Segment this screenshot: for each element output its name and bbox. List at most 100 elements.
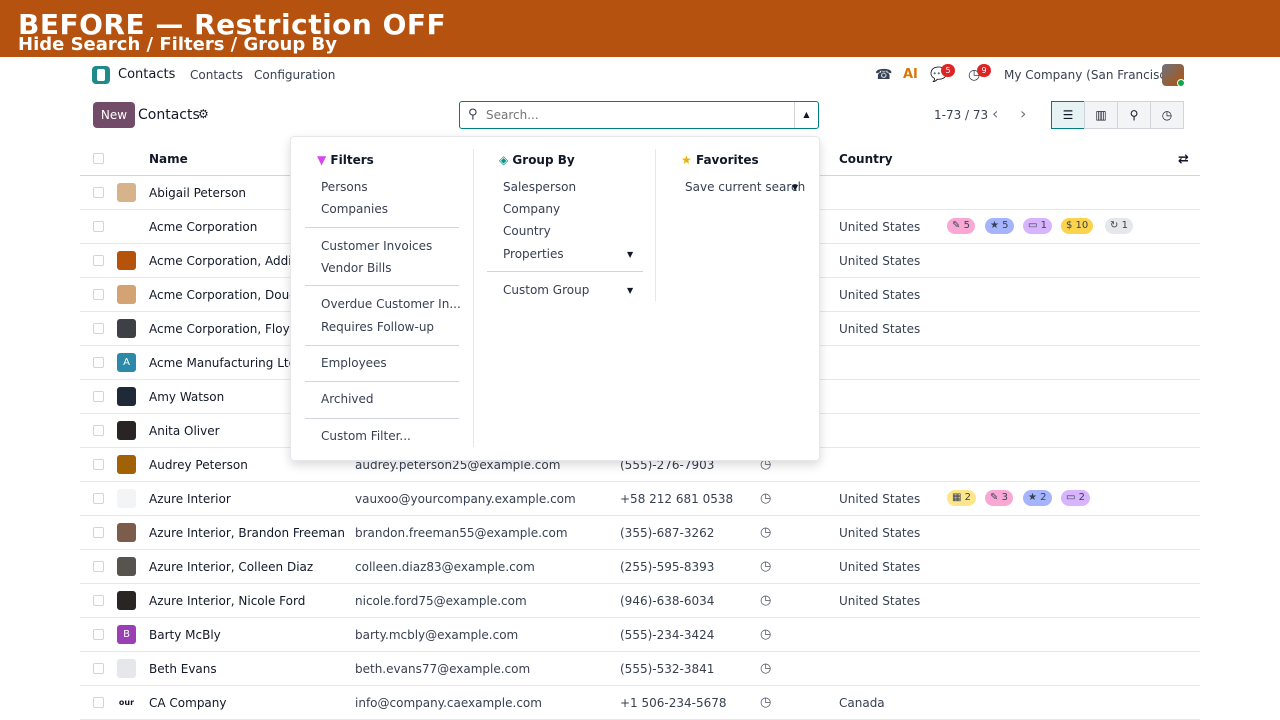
filter-employees[interactable]: Employees xyxy=(321,356,387,370)
table-row[interactable]: Azure Interior vauxoo@yourcompany.example… xyxy=(80,482,1200,516)
contact-country: Canada xyxy=(839,696,885,710)
chevron-right-icon[interactable]: › xyxy=(1020,104,1026,123)
activity-tag[interactable]: ↻ 1 xyxy=(1105,218,1133,234)
table-row[interactable]: Azure Interior, Brandon Freeman brandon.f… xyxy=(80,516,1200,550)
contact-country: United States xyxy=(839,594,921,608)
activity-view-icon[interactable]: ◷ xyxy=(1150,101,1184,129)
activity-clock-icon[interactable]: ◷ xyxy=(760,491,771,506)
contact-name: Azure Interior, Colleen Diaz xyxy=(149,560,314,574)
header-country[interactable]: Country xyxy=(839,152,893,166)
ai-icon[interactable]: AI xyxy=(903,67,918,82)
row-checkbox[interactable] xyxy=(93,425,104,436)
contact-phone: +58 212 681 0538 xyxy=(620,492,734,506)
search-input[interactable] xyxy=(486,106,786,124)
table-row[interactable]: Azure Interior, Nicole Ford nicole.ford75… xyxy=(80,584,1200,618)
header-name[interactable]: Name xyxy=(149,152,188,166)
filter-vendor-bills[interactable]: Vendor Bills xyxy=(321,261,391,275)
new-button[interactable]: New xyxy=(93,102,135,128)
select-all-checkbox[interactable] xyxy=(93,153,104,164)
divider xyxy=(305,345,459,346)
gear-icon[interactable]: ⚙ xyxy=(198,107,209,121)
chevron-down-icon[interactable]: ▼ xyxy=(627,286,633,295)
activity-tag[interactable]: $ 10 xyxy=(1061,218,1094,234)
groupby-country[interactable]: Country xyxy=(503,224,551,238)
filters-title: ▼ Filters xyxy=(317,153,374,167)
kanban-view-icon[interactable]: ▥ xyxy=(1084,101,1118,129)
filter-archived[interactable]: Archived xyxy=(321,392,374,406)
avatar xyxy=(117,183,136,202)
row-checkbox[interactable] xyxy=(93,595,104,606)
row-checkbox[interactable] xyxy=(93,323,104,334)
activity-tag[interactable]: ▭ 2 xyxy=(1061,490,1091,506)
pager-value[interactable]: 1-73 / 73 xyxy=(934,108,988,122)
activity-clock-icon[interactable]: ◷ xyxy=(760,661,771,676)
activity-clock-icon[interactable]: ◷ xyxy=(760,525,771,540)
menu-configuration[interactable]: Configuration xyxy=(254,68,335,82)
search-options-toggle[interactable]: ▲ xyxy=(794,102,818,128)
groupby-custom-group[interactable]: Custom Group xyxy=(503,283,589,297)
activity-clock-icon[interactable]: ◷ xyxy=(760,695,771,710)
tag-count: 3 xyxy=(1001,492,1008,503)
app-name[interactable]: Contacts xyxy=(118,67,175,82)
custom-filter[interactable]: Custom Filter... xyxy=(321,429,411,443)
filter-follow-up[interactable]: Requires Follow-up xyxy=(321,320,434,334)
tag-icon: ✎ xyxy=(990,492,1002,503)
row-checkbox[interactable] xyxy=(93,629,104,640)
row-checkbox[interactable] xyxy=(93,493,104,504)
row-checkbox[interactable] xyxy=(93,459,104,470)
contacts-app-icon[interactable] xyxy=(92,66,110,84)
activity-tag[interactable]: ★ 2 xyxy=(1023,490,1052,506)
chevron-down-icon[interactable]: ▼ xyxy=(792,183,798,192)
chevron-down-icon[interactable]: ▼ xyxy=(627,250,633,259)
save-current-search[interactable]: Save current search xyxy=(685,180,805,194)
tag-count: 2 xyxy=(1040,492,1047,503)
table-row[interactable]: our l CA Company info@company.caexample.co… xyxy=(80,686,1200,720)
filter-companies[interactable]: Companies xyxy=(321,202,388,216)
activity-tag[interactable]: ▦ 2 xyxy=(947,490,977,506)
activity-tag[interactable]: ✎ 5 xyxy=(947,218,975,234)
contact-name: Barty McBly xyxy=(149,628,221,642)
filter-customer-invoices[interactable]: Customer Invoices xyxy=(321,239,432,253)
avatar: B xyxy=(117,625,136,644)
company-switcher[interactable]: My Company (San Francisco) xyxy=(1004,68,1178,82)
row-checkbox[interactable] xyxy=(93,697,104,708)
row-checkbox[interactable] xyxy=(93,527,104,538)
groupby-salesperson[interactable]: Salesperson xyxy=(503,180,576,194)
filter-overdue[interactable]: Overdue Customer In... xyxy=(321,297,461,311)
row-checkbox[interactable] xyxy=(93,255,104,266)
search-bar: ⚲ ▲ xyxy=(459,101,819,129)
table-row[interactable]: Beth Evans beth.evans77@example.com (555)-… xyxy=(80,652,1200,686)
contact-country: United States xyxy=(839,322,921,336)
list-view-icon[interactable]: ☰ xyxy=(1051,101,1085,129)
tag-icon: ★ xyxy=(990,220,1003,231)
activity-clock-icon[interactable]: ◷ xyxy=(760,627,771,642)
row-checkbox[interactable] xyxy=(93,663,104,674)
table-row[interactable]: B Barty McBly barty.mcbly@example.com (555)… xyxy=(80,618,1200,652)
activity-clock-icon[interactable]: ◷ xyxy=(760,559,771,574)
optional-columns-icon[interactable]: ⇄ xyxy=(1178,152,1189,167)
phone-icon[interactable]: ☎ xyxy=(875,67,892,83)
groupby-company[interactable]: Company xyxy=(503,202,560,216)
avatar xyxy=(117,217,136,236)
row-checkbox[interactable] xyxy=(93,357,104,368)
contact-email: brandon.freeman55@example.com xyxy=(355,526,568,540)
avatar xyxy=(117,319,136,338)
row-checkbox[interactable] xyxy=(93,221,104,232)
tag-count: 5 xyxy=(963,220,970,231)
activity-tag[interactable]: ★ 5 xyxy=(985,218,1014,234)
table-row[interactable]: Azure Interior, Colleen Diaz colleen.diaz… xyxy=(80,550,1200,584)
filter-persons[interactable]: Persons xyxy=(321,180,368,194)
chevron-left-icon[interactable]: ‹ xyxy=(992,104,998,123)
tag-icon: ▭ xyxy=(1028,220,1041,231)
map-view-icon[interactable]: ⚲ xyxy=(1117,101,1151,129)
row-checkbox[interactable] xyxy=(93,391,104,402)
row-checkbox[interactable] xyxy=(93,289,104,300)
row-checkbox[interactable] xyxy=(93,561,104,572)
activity-tag[interactable]: ✎ 3 xyxy=(985,490,1013,506)
activity-tag[interactable]: ▭ 1 xyxy=(1023,218,1053,234)
activity-clock-icon[interactable]: ◷ xyxy=(760,593,771,608)
menu-contacts[interactable]: Contacts xyxy=(190,68,243,82)
groupby-title: ◈ Group By xyxy=(499,153,575,167)
row-checkbox[interactable] xyxy=(93,187,104,198)
groupby-properties[interactable]: Properties xyxy=(503,247,564,261)
